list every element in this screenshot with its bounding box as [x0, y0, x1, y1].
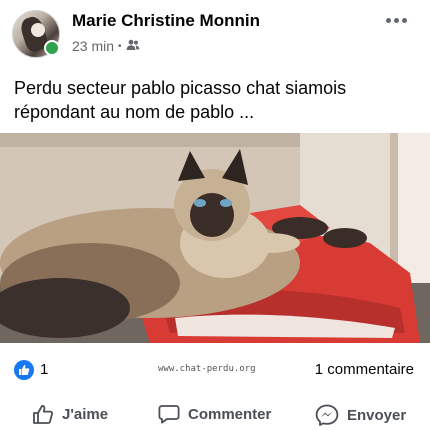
- comment-button[interactable]: Commenter: [158, 404, 271, 424]
- post-meta: 23 min •: [72, 38, 140, 54]
- thumbs-up-icon: [33, 405, 53, 424]
- post-header: Marie Christine Monnin 23 min •: [0, 0, 430, 66]
- more-dot: [385, 17, 391, 23]
- author-avatar-container[interactable]: [12, 10, 60, 58]
- send-button-label: Envoyer: [347, 406, 407, 424]
- more-dot: [401, 17, 407, 23]
- online-status-dot: [44, 40, 60, 56]
- watermark-text: www.chat-perdu.org: [158, 364, 256, 374]
- messenger-icon: [315, 404, 339, 426]
- comment-bubble-icon: [158, 405, 180, 424]
- comment-button-label: Commenter: [188, 405, 272, 423]
- like-count[interactable]: 1: [40, 361, 48, 378]
- send-button[interactable]: Envoyer: [315, 404, 406, 426]
- more-dot: [393, 17, 399, 23]
- like-reaction-icon[interactable]: [14, 360, 34, 380]
- audience-friends-icon[interactable]: [126, 38, 140, 54]
- post-actions: J'aime Commenter Envoyer: [0, 398, 430, 430]
- like-button-label: J'aime: [62, 405, 109, 423]
- comments-count-link[interactable]: 1 commentaire: [315, 361, 414, 378]
- author-name[interactable]: Marie Christine Monnin: [72, 11, 260, 31]
- post-photo-siamese-cat[interactable]: [0, 133, 430, 343]
- meta-separator: •: [118, 40, 122, 52]
- more-options-icon[interactable]: [382, 10, 410, 30]
- post-text: Perdu secteur pablo picasso chat siamois…: [14, 78, 347, 122]
- like-button[interactable]: J'aime: [32, 404, 108, 424]
- reactions-bar: 1 www.chat-perdu.org 1 commentaire: [0, 352, 430, 384]
- post-time[interactable]: 23 min: [72, 38, 114, 54]
